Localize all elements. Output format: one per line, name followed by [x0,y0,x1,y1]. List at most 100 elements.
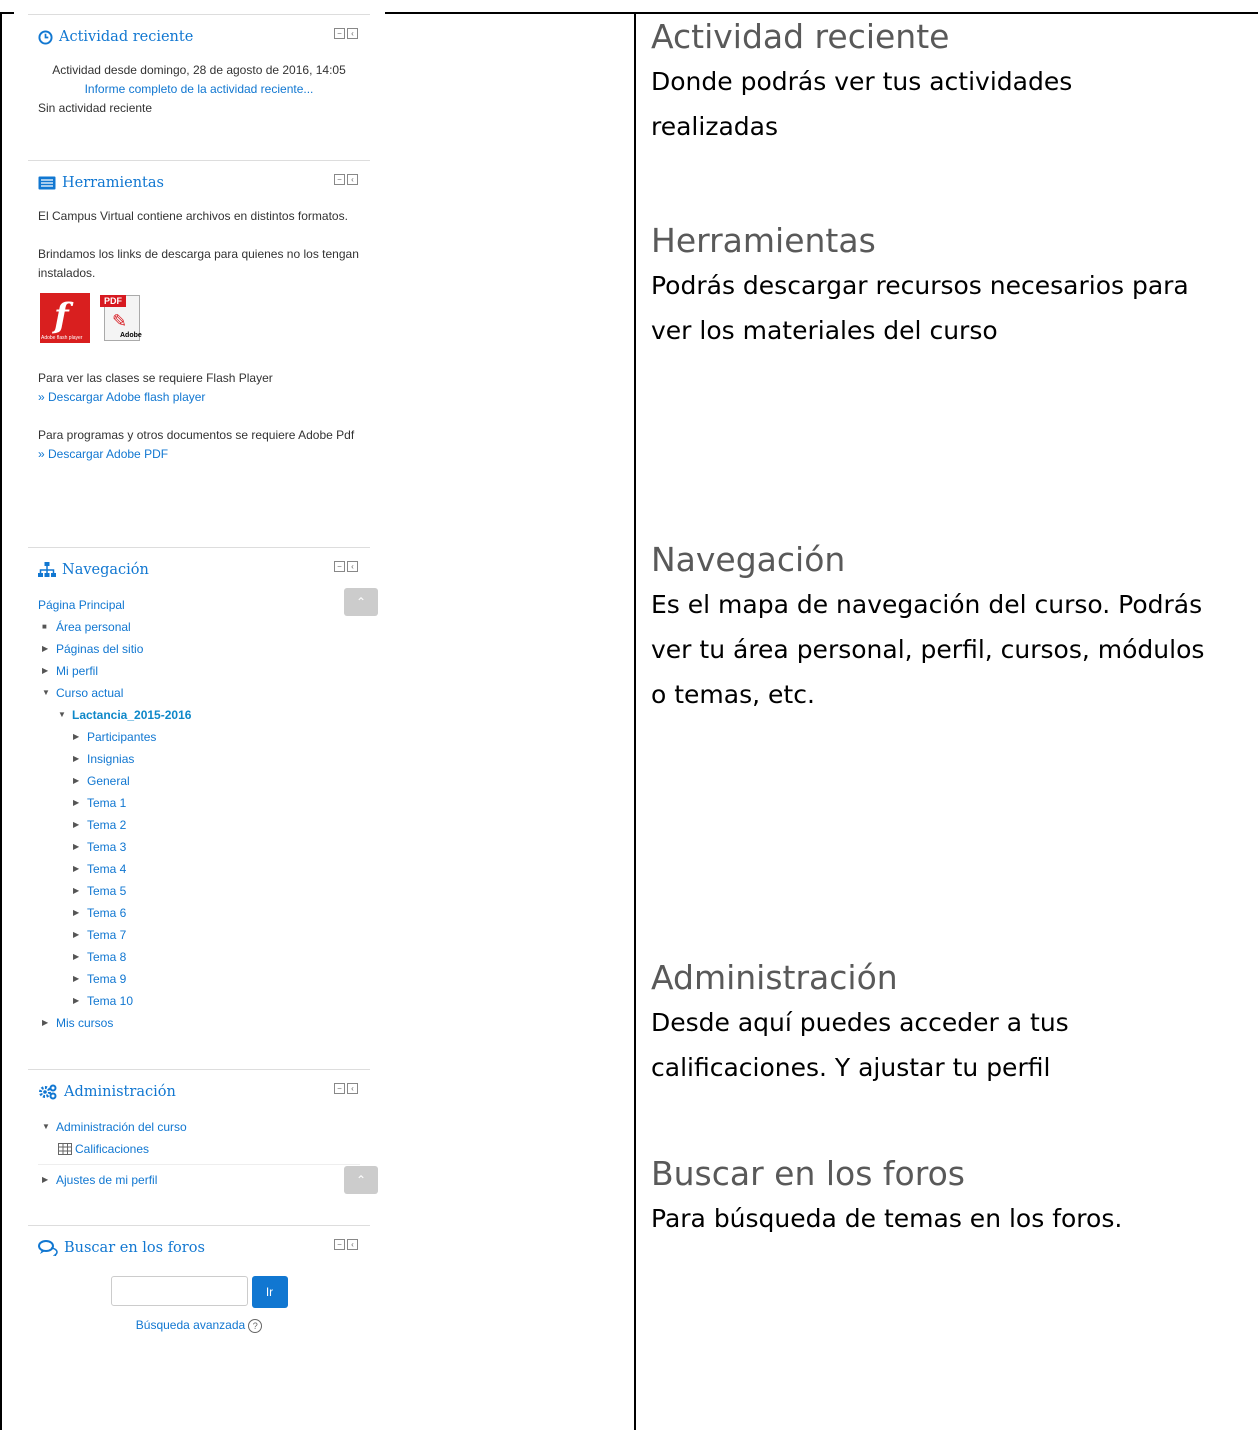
expand-arrow-icon[interactable]: ▶ [73,946,87,968]
scroll-up-button[interactable]: ⌃ [344,588,378,616]
expand-arrow-icon[interactable]: ▶ [73,726,87,748]
expand-arrow-icon[interactable]: ▶ [42,660,56,682]
collapse-icon[interactable]: − [334,28,345,39]
block-header: Actividad reciente [38,25,360,49]
admin-calificaciones[interactable]: Calificaciones [38,1138,360,1165]
block-title[interactable]: Actividad reciente [59,29,193,45]
forum-search-row: Ir [38,1276,360,1308]
expand-arrow-icon[interactable]: ▶ [73,792,87,814]
table-border-left [0,12,2,1430]
expand-arrow-icon[interactable]: ▶ [73,924,87,946]
advanced-search: Búsqueda avanzada? [38,1318,360,1333]
table-border-top-left [0,12,14,14]
collapse-icon[interactable]: − [334,174,345,185]
section-text: Desde aquí puedes acceder a tus califica… [651,1008,1069,1082]
block-title[interactable]: Navegación [62,562,149,578]
help-icon[interactable]: ? [248,1319,263,1333]
block-controls[interactable]: − ‹ [334,561,358,572]
screenshot-column: Actividad reciente − ‹ Actividad desde do… [28,14,378,1347]
collapse-arrow-icon[interactable]: ▼ [58,704,72,726]
nav-item[interactable]: ▶ Tema 6 [38,902,360,924]
admin-curso[interactable]: ▼ Administración del curso [38,1116,360,1138]
nav-item[interactable]: ▶ Tema 1 [38,792,360,814]
activity-since: Actividad desde domingo, 28 de agosto de… [52,63,346,77]
nav-curso-actual[interactable]: ▼ Curso actual [38,682,360,704]
expand-arrow-icon[interactable]: ▶ [73,902,87,924]
section-title: Actividad reciente [651,17,950,56]
nav-item[interactable]: ▶ Tema 9 [38,968,360,990]
expand-arrow-icon[interactable]: ▶ [42,1012,56,1034]
expand-arrow-icon[interactable]: ▶ [42,1169,56,1191]
expand-arrow-icon[interactable]: ▶ [73,770,87,792]
nav-item[interactable]: ▶ Tema 4 [38,858,360,880]
collapse-arrow-icon[interactable]: ▼ [42,682,56,704]
block-title[interactable]: Buscar en los foros [64,1240,205,1256]
collapse-icon[interactable]: − [334,1239,345,1250]
nav-item[interactable]: ▶ Participantes [38,726,360,748]
bullet-icon: ■ [42,622,47,631]
adobe-pdf-icon[interactable]: PDF ✎ Adobe [94,293,144,343]
nav-item[interactable]: ▶ Tema 5 [38,880,360,902]
nav-home[interactable]: Página Principal [38,594,360,616]
advanced-search-link[interactable]: Búsqueda avanzada [136,1318,245,1332]
activity-report-link[interactable]: Informe completo de la actividad recient… [38,80,360,99]
section-title: Buscar en los foros [651,1154,965,1193]
nav-item[interactable]: ▶ Insignias [38,748,360,770]
expand-arrow-icon[interactable]: ▶ [73,858,87,880]
activity-empty: Sin actividad reciente [38,101,153,115]
forum-search-input[interactable] [110,1276,248,1306]
nav-area-personal[interactable]: ■ Área personal [38,616,360,638]
dock-icon[interactable]: ‹ [347,561,358,572]
nav-item[interactable]: ▶ Tema 10 [38,990,360,1012]
pdf-download-link[interactable]: » Descargar Adobe PDF [38,445,360,464]
list-icon [38,176,56,190]
nav-paginas-sitio[interactable]: ▶ Páginas del sitio [38,638,360,660]
pdf-requirement: Para programas y otros documentos se req… [38,428,355,442]
section-title: Administración [651,958,898,997]
flash-player-icon[interactable]: f Adobe flash player [40,293,90,343]
expand-arrow-icon[interactable]: ▶ [73,814,87,836]
section-actividad: Actividad reciente Donde podrás ver tus … [651,15,1171,149]
nav-course[interactable]: ▼ Lactancia_2015-2016 [38,704,360,726]
dock-icon[interactable]: ‹ [347,28,358,39]
nav-item[interactable]: ▶ Tema 3 [38,836,360,858]
block-controls[interactable]: − ‹ [334,28,358,39]
section-text: Donde podrás ver tus actividades realiza… [651,67,1073,141]
flash-requirement: Para ver las clases se requiere Flash Pl… [38,371,273,385]
scroll-up-button[interactable]: ⌃ [344,1166,378,1194]
expand-arrow-icon[interactable]: ▶ [73,968,87,990]
expand-arrow-icon[interactable]: ▶ [42,638,56,660]
nav-item[interactable]: ▶ Tema 7 [38,924,360,946]
expand-arrow-icon[interactable]: ▶ [73,880,87,902]
block-header: Navegación [38,558,360,582]
expand-arrow-icon[interactable]: ▶ [73,748,87,770]
forum-search-button[interactable]: Ir [251,1276,288,1308]
block-herramientas: Herramientas − ‹ El Campus Virtual contie… [28,160,370,547]
dock-icon[interactable]: ‹ [347,174,358,185]
nav-item[interactable]: ▶ Tema 8 [38,946,360,968]
section-navegacion: Navegación Es el mapa de navegación del … [651,538,1211,717]
collapse-icon[interactable]: − [334,1083,345,1094]
dock-icon[interactable]: ‹ [347,1239,358,1250]
nav-item[interactable]: ▶ Tema 2 [38,814,360,836]
expand-arrow-icon[interactable]: ▶ [73,836,87,858]
nav-mis-cursos[interactable]: ▶ Mis cursos [38,1012,360,1034]
section-text: Es el mapa de navegación del curso. Podr… [651,590,1205,709]
flash-download-link[interactable]: » Descargar Adobe flash player [38,388,360,407]
block-title[interactable]: Administración [64,1084,176,1100]
block-administracion: Administración − ‹ ▼ Administración del cu… [28,1069,378,1225]
admin-ajustes[interactable]: ▶ Ajustes de mi perfil [38,1169,360,1191]
dock-icon[interactable]: ‹ [347,1083,358,1094]
block-controls[interactable]: − ‹ [334,174,358,185]
collapse-icon[interactable]: − [334,561,345,572]
collapse-arrow-icon[interactable]: ▼ [42,1116,56,1138]
block-title[interactable]: Herramientas [62,175,164,191]
nav-item[interactable]: ▶ General [38,770,360,792]
nav-mi-perfil[interactable]: ▶ Mi perfil [38,660,360,682]
block-buscar-foros: Buscar en los foros − ‹ Ir Búsqueda avanz… [28,1225,370,1347]
section-title: Navegación [651,540,846,579]
sitemap-icon [38,562,56,577]
expand-arrow-icon[interactable]: ▶ [73,990,87,1012]
block-controls[interactable]: − ‹ [334,1083,358,1094]
block-controls[interactable]: − ‹ [334,1239,358,1250]
